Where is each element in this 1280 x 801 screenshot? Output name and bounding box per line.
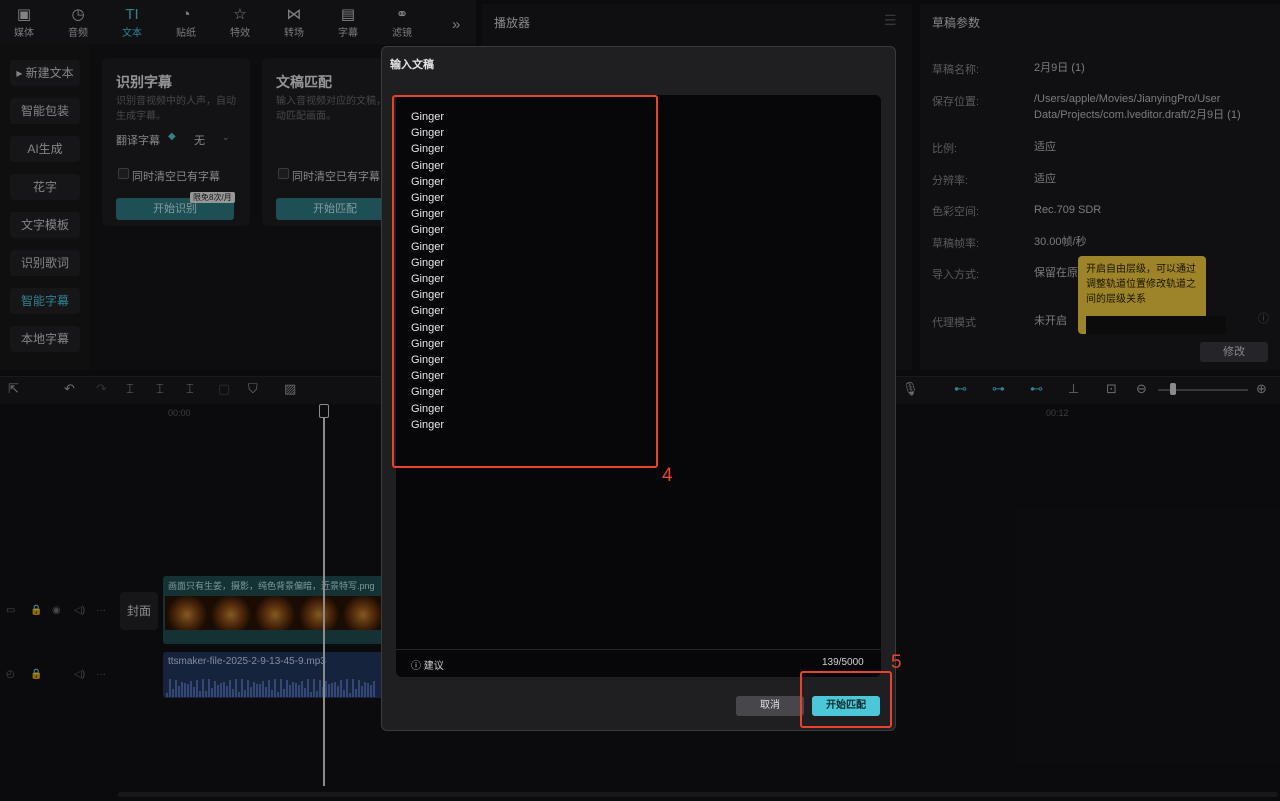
cancel-button[interactable]: 取消 [736,696,804,716]
annotation-box-text [392,95,658,468]
divider [396,649,881,650]
annotation-label: 4 [662,465,673,486]
annotation-box-button [800,671,892,728]
suggest-link[interactable]: ⓘ 建议 [411,657,444,672]
dialog-title: 输入文稿 [390,59,434,71]
help-icon: ⓘ [411,661,424,672]
annotation-label: 5 [891,652,902,673]
char-count: 139/5000 [822,657,864,668]
